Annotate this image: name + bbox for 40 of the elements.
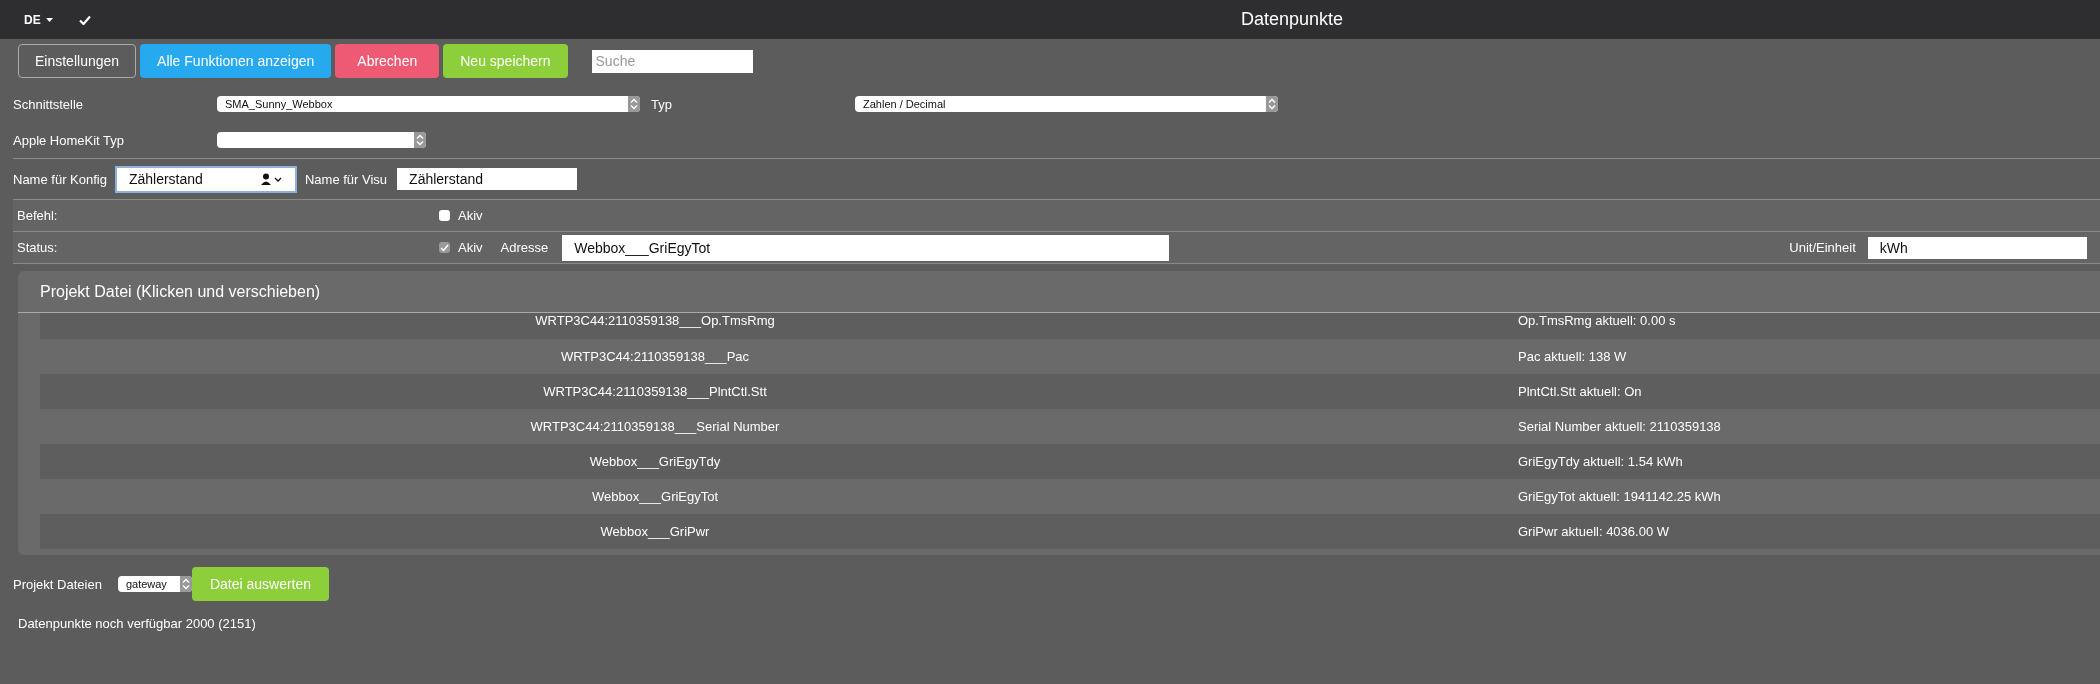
homekit-select[interactable] [217,132,426,148]
type-select[interactable]: Zahlen / Decimal [855,96,1278,112]
user-dropdown-icon[interactable] [260,173,283,185]
unit-field[interactable]: kWh [1867,236,2087,259]
address-field[interactable]: Webbox___GriEgyTot [562,234,1170,261]
field-label: Adresse [500,240,549,255]
status-checkbox[interactable] [439,242,450,253]
stepper-icon [181,578,190,590]
remaining-datapoints-text: Datenpunkte noch verfügbar 2000 (2151) [18,616,256,631]
field-label: Projekt Dateien [13,576,102,592]
datapoint-row[interactable]: Webbox___GriEgyTdy GriEgyTdy aktuell: 1.54 kWh [40,444,2100,479]
datapoint-row[interactable]: WRTP3C44:2110359138___Op.TmsRmg Op.TmsRmg aktuell: 0.00 s [40,313,2100,339]
stepper-icon [416,134,424,146]
field-label: Befehl: [16,208,59,223]
config-name-field[interactable]: Zählerstand [114,165,297,193]
language-dropdown[interactable]: DE [24,12,53,27]
project-file-select[interactable]: gateway [117,576,192,592]
command-checkbox[interactable] [439,210,450,221]
checkbox-label: Akiv [458,240,483,255]
field-label: Status: [16,240,59,255]
datapoint-row[interactable]: Webbox___GriPwr GriPwr aktuell: 4036.00 W [40,514,2100,549]
checkbox-label: Akiv [458,208,483,223]
settings-button[interactable]: Einstellungen [18,44,137,78]
check-icon[interactable] [79,14,91,25]
search-field[interactable]: Suche [591,49,753,73]
field-label: Schnittstelle [13,96,85,112]
field-label: Apple HomeKit Typ [13,132,126,148]
datapoint-row[interactable]: WRTP3C44:2110359138___PlntCtl.Stt PlntCtl.Stt aktuell: On [40,374,2100,409]
stepper-icon [630,98,638,110]
field-label: Name für Visu [304,171,388,187]
field-label: Typ [651,96,673,112]
toolbar-button[interactable]: Abrechen [335,44,440,78]
page-title: Datenpunkte [1241,9,1344,30]
field-label: Unit/Einheit [1789,240,1856,255]
stepper-icon [1268,98,1276,110]
interface-select[interactable]: SMA_Sunny_Webbox [217,96,640,112]
field-label: Name für Konfig [13,171,107,187]
caret-icon [46,18,53,23]
visu-name-field[interactable]: Zählerstand [397,168,578,190]
panel-title: Projekt Datei (Klicken und verschieben) [40,282,321,301]
